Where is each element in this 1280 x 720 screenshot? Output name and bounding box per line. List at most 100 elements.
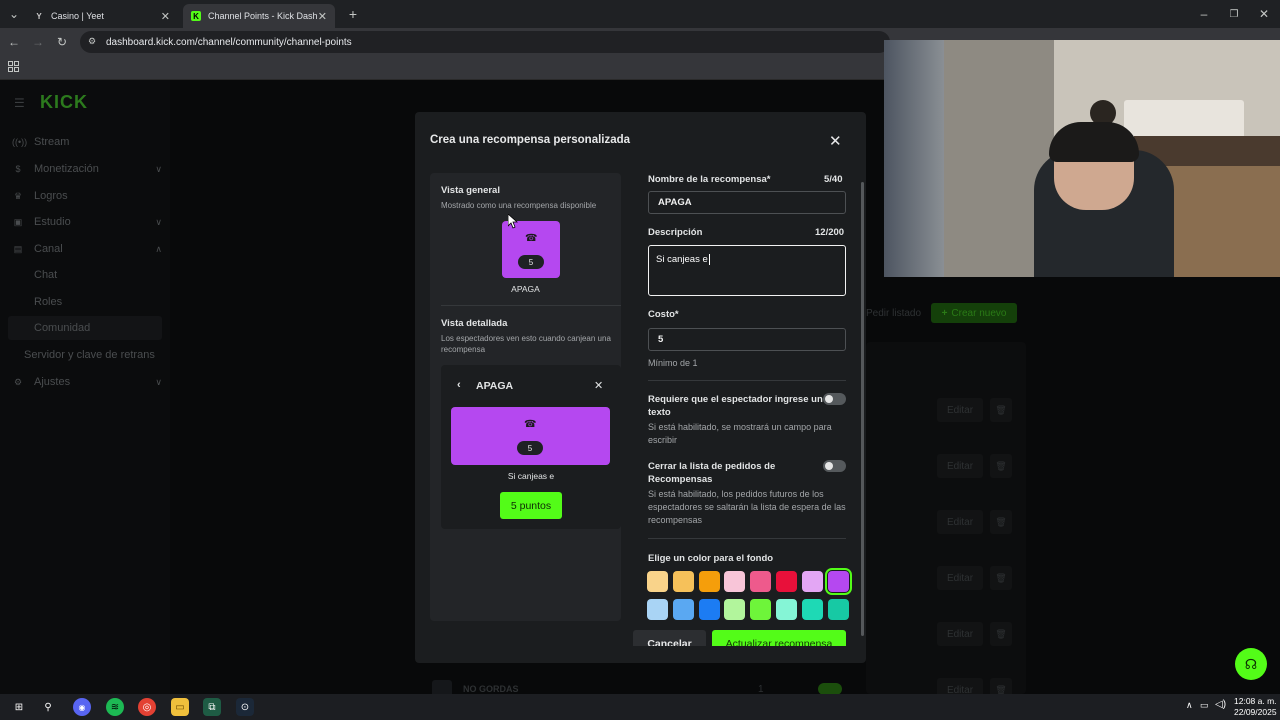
- tab-title: Channel Points - Kick Dashboa: [207, 11, 318, 21]
- sidebar-item-ajustes[interactable]: ⚙ Ajustes ∨: [12, 372, 162, 392]
- color-swatch[interactable]: [698, 599, 720, 620]
- trash-icon[interactable]: 🗑: [990, 398, 1012, 422]
- color-swatch[interactable]: [724, 599, 746, 620]
- tab-title: Casino | Yeet: [51, 11, 104, 21]
- search-icon[interactable]: ⚲: [39, 698, 57, 716]
- tab-casino[interactable]: Y Casino | Yeet ✕: [26, 4, 178, 28]
- tab-search-icon[interactable]: ⌄: [6, 6, 22, 22]
- close-tab-icon[interactable]: ✕: [161, 10, 170, 23]
- sidebar-item-logros[interactable]: ♛ Logros: [12, 186, 162, 206]
- close-window-icon[interactable]: ✕: [1256, 6, 1272, 22]
- update-reward-button[interactable]: Actualizar recompensa: [712, 630, 846, 646]
- clock[interactable]: 12:08 a. m. 22/09/2025: [1234, 696, 1277, 718]
- footer-buttons: Cancelar Actualizar recompensa: [633, 630, 865, 646]
- detail-reward-card: ☎ 5: [451, 407, 610, 465]
- color-swatch[interactable]: [776, 599, 797, 620]
- color-swatch[interactable]: [647, 599, 668, 620]
- pause-list-button[interactable]: Pedir listado: [866, 304, 924, 322]
- edit-button[interactable]: Editar: [937, 398, 983, 422]
- close-list-label: Cerrar la lista de pedidos de Recompensa…: [648, 461, 776, 485]
- divider: [648, 380, 846, 381]
- color-swatch[interactable]: [672, 599, 694, 620]
- site-info-icon[interactable]: ⚙: [88, 36, 96, 47]
- sidebar-item-stream[interactable]: ((•)) Stream: [12, 132, 162, 152]
- cost-input[interactable]: 5: [648, 328, 846, 351]
- reward-name-input[interactable]: APAGA: [648, 191, 846, 214]
- color-swatch[interactable]: [750, 571, 772, 592]
- back-icon[interactable]: ←: [6, 34, 22, 50]
- require-text-toggle[interactable]: [823, 393, 846, 405]
- color-swatch[interactable]: [724, 571, 746, 592]
- require-text-help: Si está habilitado, se mostrará un campo…: [648, 422, 832, 445]
- close-icon: ✕: [594, 380, 604, 392]
- color-swatch[interactable]: [698, 571, 720, 592]
- sidebar-item-chat[interactable]: Chat: [34, 269, 57, 281]
- support-chat-icon[interactable]: ☊: [1235, 648, 1267, 680]
- discord-icon[interactable]: ◉: [73, 698, 91, 716]
- volume-icon[interactable]: ◁): [1215, 699, 1226, 710]
- minimize-icon[interactable]: –: [1196, 6, 1212, 22]
- forward-icon[interactable]: →: [30, 34, 46, 50]
- color-swatch[interactable]: [750, 599, 772, 620]
- menu-icon[interactable]: ☰: [14, 96, 25, 110]
- clock-date: 22/09/2025: [1234, 707, 1277, 717]
- color-swatch[interactable]: [672, 571, 694, 592]
- person-hair: [1049, 122, 1139, 162]
- new-tab-icon[interactable]: +: [345, 6, 361, 22]
- network-icon[interactable]: ▭: [1200, 700, 1209, 711]
- url-text: dashboard.kick.com/channel/community/cha…: [106, 36, 352, 48]
- name-counter: 5/40: [824, 174, 843, 185]
- edit-button[interactable]: Editar: [937, 510, 983, 534]
- kick-logo: KICK: [40, 92, 88, 112]
- terminal-icon[interactable]: ⧉: [203, 698, 221, 716]
- color-swatch[interactable]: [801, 599, 823, 620]
- close-list-toggle[interactable]: [823, 460, 846, 472]
- windows-start-icon[interactable]: ⊞: [10, 698, 28, 716]
- sidebar-item-monetizacion[interactable]: $ Monetización ∨: [12, 159, 162, 179]
- sidebar-item-canal[interactable]: ▤ Canal ∧: [12, 239, 162, 259]
- tab-bar: ⌄ Y Casino | Yeet ✕ K Channel Points - K…: [0, 0, 1280, 28]
- edit-button[interactable]: Editar: [937, 622, 983, 646]
- toggle-knob: [825, 462, 833, 470]
- kick-icon: K: [191, 11, 201, 21]
- studio-icon: ▣: [13, 216, 23, 227]
- folder-icon[interactable]: ▭: [171, 698, 189, 716]
- color-swatch-selected[interactable]: [824, 568, 852, 595]
- url-input[interactable]: ⚙ dashboard.kick.com/channel/community/c…: [80, 31, 890, 53]
- tab-kick[interactable]: K Channel Points - Kick Dashboa ✕: [183, 4, 335, 28]
- sidebar-item-comunidad[interactable]: Comunidad: [34, 322, 90, 334]
- edit-button[interactable]: Editar: [937, 566, 983, 590]
- apps-grid-icon[interactable]: [8, 61, 19, 72]
- trash-icon[interactable]: 🗑: [990, 454, 1012, 478]
- modal-scrollbar[interactable]: [861, 182, 864, 636]
- spotify-icon[interactable]: ≋: [106, 698, 124, 716]
- close-tab-icon[interactable]: ✕: [318, 10, 327, 23]
- sidebar-item-estudio[interactable]: ▣ Estudio ∨: [12, 212, 162, 232]
- color-swatch[interactable]: [647, 571, 668, 592]
- trash-icon[interactable]: 🗑: [990, 622, 1012, 646]
- sidebar-item-servidor[interactable]: Servidor y clave de retrans: [24, 349, 155, 361]
- chevron-down-icon: ∨: [155, 376, 162, 387]
- color-swatch[interactable]: [776, 571, 797, 592]
- close-icon[interactable]: ✕: [829, 132, 842, 150]
- color-swatch[interactable]: [827, 599, 849, 620]
- steam-icon[interactable]: ⊙: [236, 698, 254, 716]
- chevron-down-icon: ∨: [155, 216, 162, 227]
- color-swatch[interactable]: [801, 571, 823, 592]
- chrome-icon[interactable]: ◎: [138, 698, 156, 716]
- money-icon: $: [15, 164, 21, 174]
- chevron-left-icon: ‹: [457, 379, 461, 391]
- create-new-button[interactable]: + Crear nuevo: [931, 303, 1017, 323]
- trash-icon[interactable]: 🗑: [990, 510, 1012, 534]
- description-textarea[interactable]: Si canjeas e: [648, 245, 846, 296]
- reload-icon[interactable]: ↻: [54, 34, 70, 50]
- modal-title: Crea una recompensa personalizada: [430, 134, 631, 146]
- tray-chevron-icon[interactable]: ∧: [1186, 700, 1193, 711]
- sidebar: ☰ KICK ((•)) Stream $ Monetización ∨ ♛ Logro…: [0, 80, 170, 694]
- color-row-1: [647, 568, 852, 595]
- sidebar-item-roles[interactable]: Roles: [34, 296, 62, 308]
- edit-button[interactable]: Editar: [937, 454, 983, 478]
- restore-icon[interactable]: ❐: [1226, 6, 1242, 22]
- cancel-button[interactable]: Cancelar: [633, 630, 706, 646]
- trash-icon[interactable]: 🗑: [990, 566, 1012, 590]
